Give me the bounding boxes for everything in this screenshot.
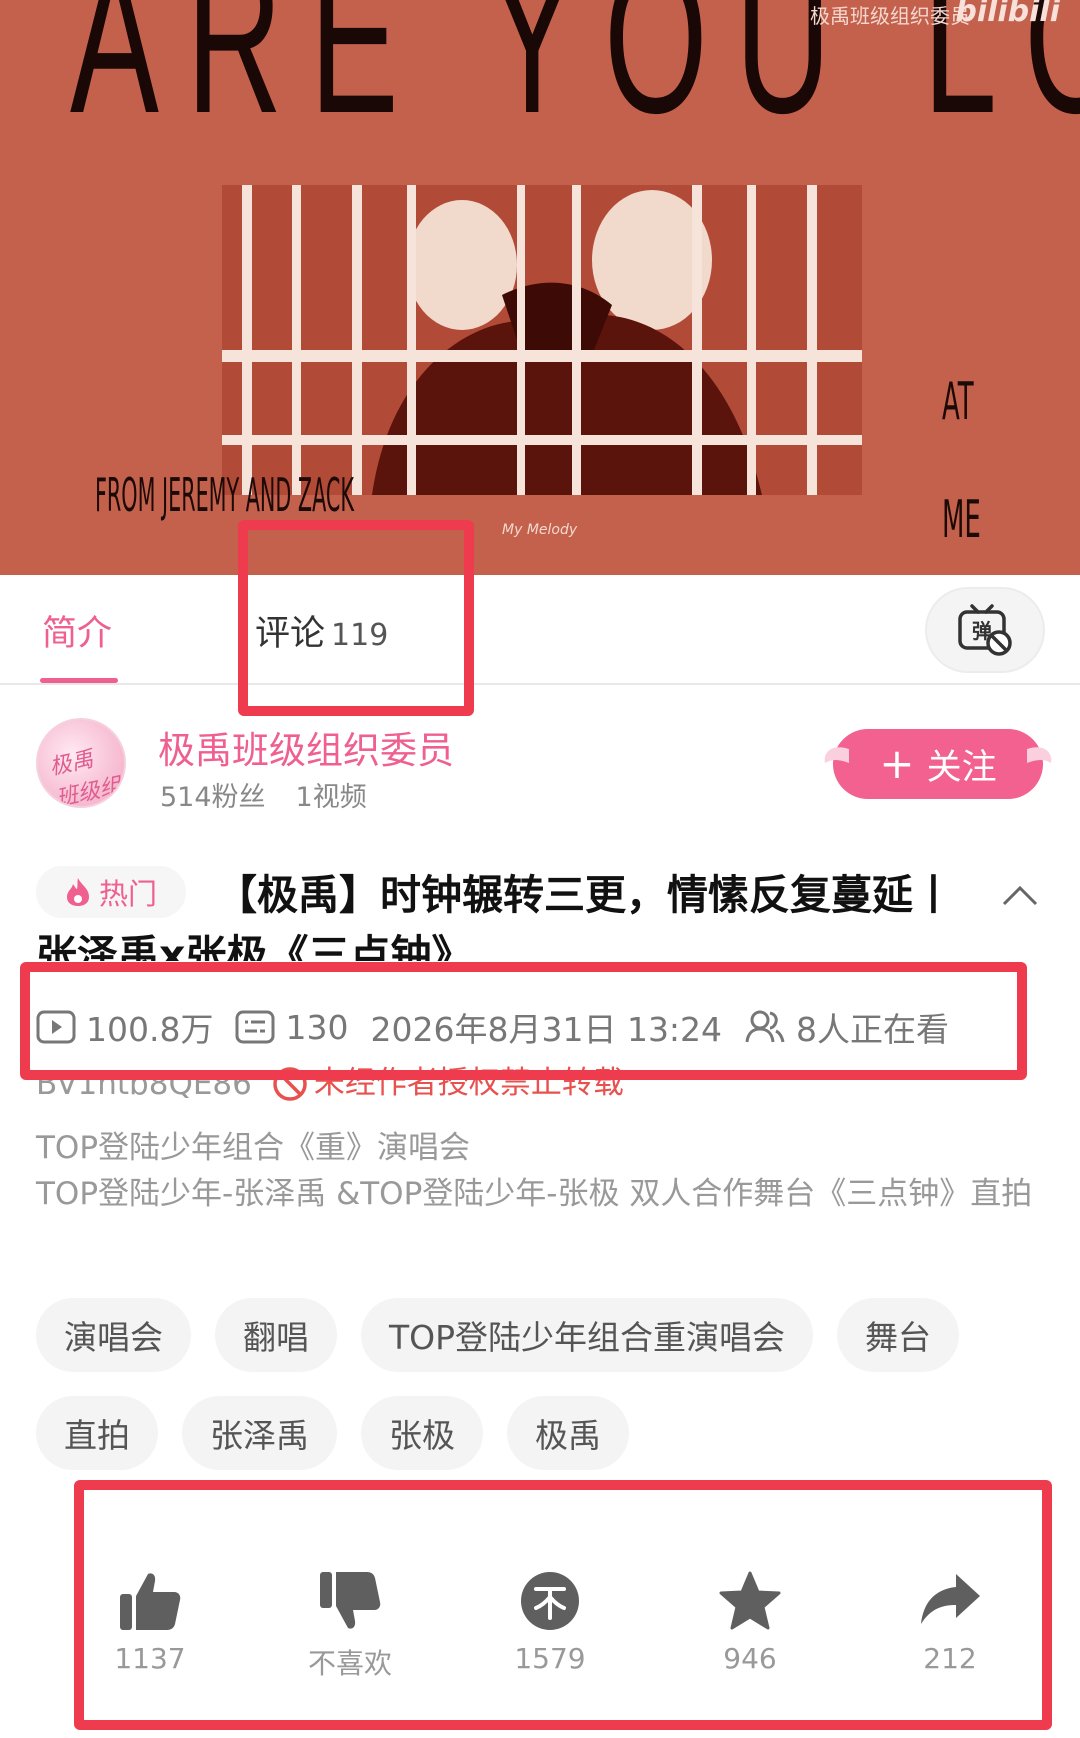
video-cover[interactable]: ARE YOU LOOK 极禹班级组织委员 bilibili [0, 0, 1080, 575]
fans-count: 514粉丝 [160, 782, 266, 813]
hot-badge[interactable]: 热门 [36, 866, 186, 918]
bilibili-logo: bilibili [955, 0, 1060, 29]
cover-side-text-at: AT [942, 372, 974, 432]
follow-label: 关注 [926, 747, 997, 788]
cover-from-text: FROM JEREMY AND ZACK [95, 468, 354, 522]
tag-chip[interactable]: 演唱会 [36, 1298, 191, 1372]
left-wing-icon [824, 747, 849, 763]
cover-photo [222, 185, 862, 495]
tag-chip[interactable]: TOP登陆少年组合重演唱会 [361, 1298, 814, 1372]
tag-chip[interactable]: 张泽禹 [182, 1396, 337, 1470]
avatar-text: 极禹 班级组 [47, 746, 124, 808]
collapse-chevron-up-icon[interactable] [1000, 880, 1040, 910]
highlight-box-actions [74, 1480, 1052, 1730]
highlight-box-comments [238, 520, 474, 716]
right-wing-icon [1027, 747, 1052, 763]
danmaku-off-icon: 弹 [958, 604, 1012, 656]
tag-chip[interactable]: 直拍 [36, 1396, 158, 1470]
tag-chip[interactable]: 翻唱 [215, 1298, 337, 1372]
description-line-1: TOP登陆少年组合《重》演唱会 [36, 1130, 471, 1166]
tab-bar: 简介 评论 119 弹 [0, 575, 1080, 685]
highlight-box-meta [20, 962, 1027, 1080]
tag-chip[interactable]: 舞台 [837, 1298, 960, 1372]
video-count: 1视频 [295, 782, 367, 813]
tag-chip[interactable]: 张极 [361, 1396, 483, 1470]
tag-list: 演唱会 翻唱 TOP登陆少年组合重演唱会 舞台 直拍 张泽禹 张极 极禹 [36, 1298, 1056, 1470]
uploader-name[interactable]: 极禹班级组织委员 [158, 720, 454, 774]
plus-icon: + [879, 739, 915, 788]
hot-label: 热门 [98, 877, 157, 911]
tab-intro[interactable]: 简介 [42, 605, 112, 656]
follow-button[interactable]: + 关注 [824, 729, 1052, 799]
uploader-stats: 514粉丝 1视频 [160, 775, 367, 814]
video-description: TOP登陆少年组合《重》演唱会 TOP登陆少年-张泽禹 &TOP登陆少年-张极 … [36, 1125, 1036, 1217]
cover-watermark: 极禹班级组织委员 [810, 4, 970, 28]
uploader-avatar[interactable]: 极禹 班级组 [36, 718, 126, 808]
cover-side-text-me: ME [942, 490, 981, 550]
fire-icon [66, 878, 89, 906]
danmaku-toggle-button[interactable]: 弹 [925, 587, 1045, 673]
description-line-2: TOP登陆少年-张泽禹 &TOP登陆少年-张极 双人合作舞台《三点钟》直拍 [36, 1176, 1033, 1212]
tab-active-indicator [40, 678, 118, 683]
my-melody-logo: My Melody [502, 522, 578, 538]
tag-chip[interactable]: 极禹 [507, 1396, 629, 1470]
cover-title-text: ARE YOU LOOK [70, 0, 1080, 158]
